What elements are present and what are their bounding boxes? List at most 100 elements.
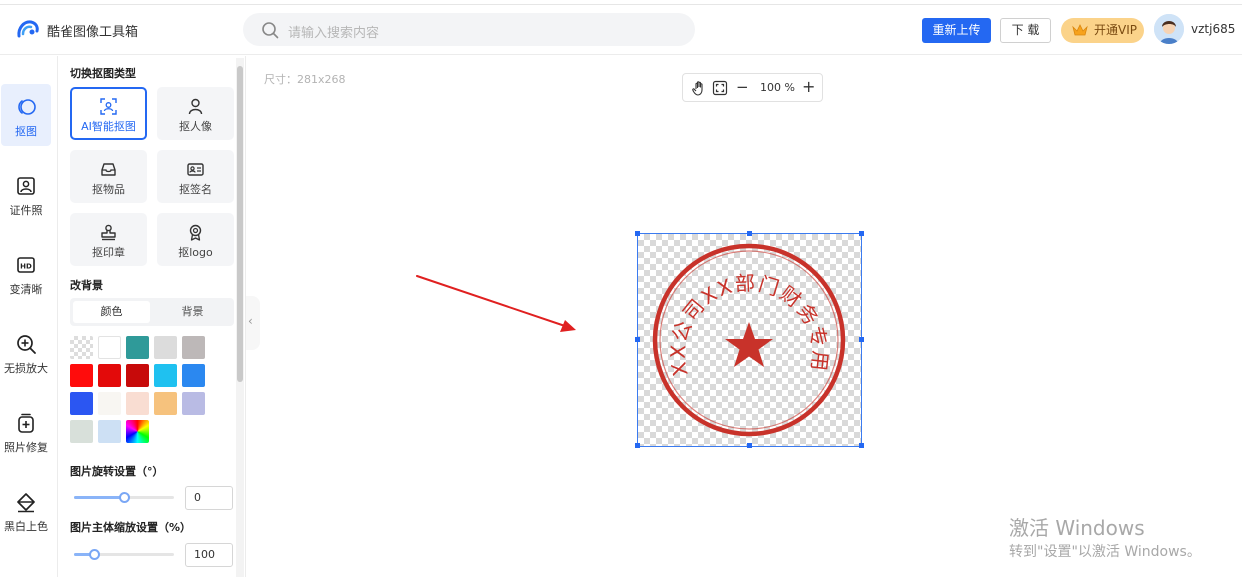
resize-handle[interactable] [635, 443, 640, 448]
nav-photo-repair[interactable]: 照片修复 [1, 400, 51, 462]
svg-text:HD: HD [20, 263, 32, 271]
zoom-out-button[interactable]: − [736, 78, 749, 96]
id-photo-icon [17, 177, 35, 195]
zoom-toolbar: − 100 % + [682, 73, 823, 102]
color-swatch[interactable] [70, 420, 93, 443]
type-label: 抠logo [178, 246, 213, 259]
resize-handle[interactable] [635, 231, 640, 236]
color-swatch[interactable] [98, 392, 121, 415]
avatar[interactable] [1154, 14, 1184, 44]
resize-handle[interactable] [747, 231, 752, 236]
type-label: AI智能抠图 [81, 120, 136, 133]
type-stamp[interactable]: 抠印章 [70, 213, 147, 266]
hand-icon[interactable] [691, 80, 707, 96]
rotate-slider-handle[interactable] [119, 492, 130, 503]
type-object[interactable]: 抠物品 [70, 150, 147, 203]
panel-collapse-handle[interactable]: ‹ [246, 296, 260, 350]
fit-screen-icon[interactable] [712, 80, 728, 96]
color-swatch[interactable] [154, 392, 177, 415]
nav-id-photo[interactable]: 证件照 [1, 163, 51, 225]
nav-label: 黑白上色 [4, 520, 48, 533]
color-swatch[interactable] [126, 392, 149, 415]
rotate-title: 图片旋转设置（°） [70, 465, 164, 478]
scale-slider-handle[interactable] [89, 549, 100, 560]
type-signature[interactable]: 抠签名 [157, 150, 234, 203]
object-icon [101, 163, 116, 176]
signature-icon [187, 163, 204, 176]
nav-cutout[interactable]: 抠图 [1, 84, 51, 146]
nav-colorize[interactable]: 黑白上色 [1, 479, 51, 541]
color-swatch[interactable] [70, 364, 93, 387]
search-input[interactable]: 请输入搜索内容 [288, 22, 379, 41]
color-swatch[interactable] [182, 364, 205, 387]
color-swatch[interactable] [98, 420, 121, 443]
hd-icon: HD [17, 257, 35, 273]
zoom-in-icon [17, 335, 36, 354]
username[interactable]: vztj685 [1191, 22, 1235, 36]
type-ai-cutout[interactable]: AI智能抠图 [70, 87, 147, 140]
chevron-left-icon: ‹ [248, 314, 253, 328]
color-swatch[interactable] [182, 336, 205, 359]
scale-title: 图片主体缩放设置（%） [70, 521, 192, 534]
type-label: 抠人像 [179, 120, 212, 133]
color-swatch[interactable] [154, 336, 177, 359]
color-swatch[interactable] [70, 336, 93, 359]
cutout-type-title: 切换抠图类型 [70, 67, 136, 80]
search-icon [262, 22, 279, 39]
annotation-arrow [416, 275, 576, 332]
resize-handle[interactable] [635, 337, 640, 342]
nav-label: 证件照 [9, 204, 43, 217]
crown-icon [1072, 24, 1088, 36]
resize-handle[interactable] [747, 443, 752, 448]
color-swatch[interactable] [126, 420, 149, 443]
type-person[interactable]: 抠人像 [157, 87, 234, 140]
app-logo-icon [17, 20, 39, 38]
vip-button[interactable]: 开通VIP [1061, 18, 1144, 43]
tab-color[interactable]: 颜色 [73, 301, 150, 323]
cutout-icon [18, 99, 36, 115]
header: 酷雀图像工具箱 请输入搜索内容 重新上传 下 载 开通VIP vztj685 [0, 5, 1242, 55]
type-label: 抠物品 [92, 183, 125, 196]
stamp-icon [101, 224, 116, 241]
vip-label: 开通VIP [1094, 23, 1137, 37]
bg-tabs: 颜色 背景 [70, 298, 234, 326]
color-swatch[interactable] [126, 336, 149, 359]
logo-icon [189, 224, 202, 241]
windows-activation-subtitle: 转到"设置"以激活 Windows。 [1009, 544, 1201, 560]
color-swatch[interactable] [70, 392, 93, 415]
app-title: 酷雀图像工具箱 [47, 25, 139, 40]
person-icon [188, 98, 203, 115]
photo-repair-icon [18, 413, 34, 433]
ai-cutout-icon [100, 98, 117, 115]
color-swatch[interactable] [98, 336, 121, 359]
nav-hd[interactable]: HD 变清晰 [1, 242, 51, 304]
image-size-label: 尺寸：281x268 [264, 73, 346, 86]
nav-label: 无损放大 [4, 362, 48, 375]
tab-background[interactable]: 背景 [154, 301, 231, 323]
rotate-input[interactable]: 0 [185, 486, 233, 510]
type-label: 抠签名 [179, 183, 212, 196]
nav-label: 抠图 [15, 125, 37, 138]
zoom-level: 100 % [760, 81, 795, 94]
color-swatch[interactable] [182, 392, 205, 415]
nav-upscale[interactable]: 无损放大 [1, 321, 51, 383]
nav-label: 照片修复 [4, 441, 48, 454]
color-swatch[interactable] [154, 364, 177, 387]
zoom-in-button[interactable]: + [802, 77, 815, 96]
color-swatch[interactable] [98, 364, 121, 387]
resize-handle[interactable] [859, 231, 864, 236]
resize-handle[interactable] [859, 337, 864, 342]
selection-box[interactable] [637, 233, 862, 447]
color-swatch[interactable] [126, 364, 149, 387]
type-label: 抠印章 [92, 246, 125, 259]
search-bar[interactable]: 请输入搜索内容 [243, 13, 695, 46]
reupload-button[interactable]: 重新上传 [922, 18, 991, 43]
windows-activation-title: 激活 Windows [1009, 516, 1145, 540]
download-button[interactable]: 下 载 [1000, 18, 1051, 43]
change-bg-title: 改背景 [70, 279, 103, 292]
nav-label: 变清晰 [9, 283, 43, 296]
panel-scroll-thumb[interactable] [237, 66, 243, 382]
resize-handle[interactable] [859, 443, 864, 448]
type-logo[interactable]: 抠logo [157, 213, 234, 266]
scale-input[interactable]: 100 [185, 543, 233, 567]
